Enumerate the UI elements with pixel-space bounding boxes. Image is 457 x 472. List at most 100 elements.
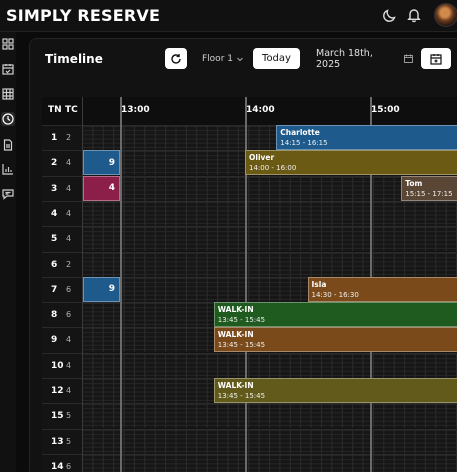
clock-icon[interactable] xyxy=(1,112,15,126)
row-timeslots[interactable] xyxy=(82,227,457,252)
table-number: 14 xyxy=(51,461,64,472)
table-row[interactable]: 15 5 xyxy=(42,403,457,429)
sidebar xyxy=(0,32,16,472)
row-timeslots[interactable] xyxy=(82,404,457,429)
calendar-add-button[interactable] xyxy=(421,48,451,69)
dashboard-icon[interactable] xyxy=(1,37,15,51)
page-title: Timeline xyxy=(45,52,103,66)
reservation-guest-name: Charlotte xyxy=(280,128,320,137)
bell-icon[interactable] xyxy=(406,7,422,23)
table-capacity: 2 xyxy=(66,259,72,269)
table-capacity: 4 xyxy=(66,360,72,370)
reservation-guest-name: Tom xyxy=(405,178,423,188)
reservation-block[interactable]: Isla 14:30 - 16:30 xyxy=(307,276,457,302)
row-timeslots[interactable] xyxy=(82,429,457,454)
table-row[interactable]: 62 xyxy=(42,251,457,277)
table-number: 2 xyxy=(51,158,58,169)
table-grid-icon[interactable] xyxy=(1,87,15,101)
document-icon[interactable] xyxy=(1,138,15,152)
table-capacity: 4 xyxy=(66,234,72,244)
refresh-button[interactable] xyxy=(165,48,187,69)
table-number: 4 xyxy=(51,208,58,219)
table-number: 10 xyxy=(51,360,64,371)
reservation-time-range: 13:45 - 15:45 xyxy=(217,316,266,325)
date-picker-value: March 18th, 2025 xyxy=(316,47,373,70)
row-timeslots[interactable] xyxy=(82,454,457,472)
reservation-block-partial[interactable]: 4 xyxy=(83,175,120,201)
table-number: 15 xyxy=(51,411,64,422)
reservation-block[interactable]: WALK-IN 13:45 - 15:45 xyxy=(213,378,457,403)
calendar-check-icon[interactable] xyxy=(1,62,15,76)
reservation-block[interactable]: Oliver 14:00 - 16:00 xyxy=(245,150,457,176)
table-capacity: 4 xyxy=(66,386,72,395)
reservation-time-range: 14:15 - 16:15 xyxy=(280,139,328,147)
app-root: SIMPLY RESERVE Timeline Floor 1 Today Ma… xyxy=(0,0,457,472)
table-capacity: 4 xyxy=(66,335,72,345)
table-number: 13 xyxy=(51,436,64,447)
table-capacity: 4 xyxy=(66,158,72,168)
reservation-time-range: 15:15 - 17:15 xyxy=(405,189,453,198)
header-table-capacity: TC xyxy=(65,105,78,115)
reservation-guest-name: Isla xyxy=(311,279,327,289)
calendar-plus-icon xyxy=(430,53,442,65)
floor-select[interactable]: Floor 1 xyxy=(196,48,246,69)
row-timeslots[interactable] xyxy=(82,252,457,277)
reservation-block[interactable]: Charlotte 14:15 - 16:15 xyxy=(276,125,457,150)
table-capacity: 5 xyxy=(66,436,72,446)
brand-logo-text[interactable]: SIMPLY RESERVE xyxy=(6,6,160,25)
reservation-block-partial[interactable]: 9 xyxy=(83,150,120,176)
date-picker[interactable]: March 18th, 2025 xyxy=(308,47,413,70)
reservation-time-range: 13:45 - 15:45 xyxy=(217,341,266,350)
table-row[interactable]: 10 4 xyxy=(42,352,457,378)
table-capacity: 2 xyxy=(66,133,72,142)
moon-icon[interactable] xyxy=(382,7,398,23)
timeline-grid: TN TC 13:00 14:00 15:00 1224344454627686… xyxy=(42,97,457,472)
reservation-guest-name: WALK-IN xyxy=(217,305,254,315)
reservation-block-partial[interactable]: 9 xyxy=(83,276,120,302)
refresh-icon xyxy=(171,53,181,64)
reservation-block[interactable]: WALK-IN 13:45 - 15:45 xyxy=(213,327,457,353)
reservation-block[interactable]: WALK-IN 13:45 - 15:45 xyxy=(213,302,457,328)
row-timeslots[interactable] xyxy=(82,353,457,378)
table-capacity: 4 xyxy=(66,208,72,218)
table-row[interactable]: 54 xyxy=(42,226,457,252)
table-capacity: 6 xyxy=(66,461,72,471)
time-label-1300: 13:00 xyxy=(121,105,150,115)
table-number: 8 xyxy=(51,310,58,321)
time-label-1400: 14:00 xyxy=(246,105,275,115)
table-capacity: 5 xyxy=(66,411,72,421)
table-number: 12 xyxy=(51,386,64,396)
table-number: 7 xyxy=(51,284,58,295)
bar-chart-icon[interactable] xyxy=(1,162,15,176)
user-avatar[interactable] xyxy=(434,3,457,27)
reservation-guest-name: WALK-IN xyxy=(217,330,254,340)
reservation-time-range: 14:30 - 16:30 xyxy=(311,290,359,299)
chat-icon[interactable] xyxy=(1,187,15,201)
table-capacity: 6 xyxy=(66,284,72,294)
reservation-time-range: 13:45 - 15:45 xyxy=(217,392,266,400)
reservation-block[interactable]: Tom 15:15 - 17:15 xyxy=(401,175,457,201)
today-button[interactable]: Today xyxy=(253,48,300,69)
table-number: 3 xyxy=(51,183,58,194)
table-row[interactable]: 14 6 xyxy=(42,453,457,472)
table-number: 6 xyxy=(51,259,58,270)
calendar-icon xyxy=(404,54,413,63)
table-row[interactable]: 13 5 xyxy=(42,428,457,454)
grid-header: TN TC 13:00 14:00 15:00 xyxy=(42,97,457,125)
table-row[interactable]: 44 xyxy=(42,200,457,226)
top-bar: SIMPLY RESERVE xyxy=(0,0,457,32)
header-table-number: TN xyxy=(48,105,62,115)
reservation-guest-name: Oliver xyxy=(249,153,275,163)
reservation-guest-name: WALK-IN xyxy=(217,381,254,390)
table-capacity: 6 xyxy=(66,310,72,320)
chevron-down-icon xyxy=(237,57,243,61)
reservation-time-range: 14:00 - 16:00 xyxy=(249,164,297,173)
table-number: 5 xyxy=(51,234,58,245)
table-number: 1 xyxy=(51,133,58,143)
hour-gridline xyxy=(120,97,122,472)
row-timeslots[interactable] xyxy=(82,201,457,226)
floor-select-value: Floor 1 xyxy=(202,53,233,64)
time-label-1500: 15:00 xyxy=(371,105,400,115)
table-number: 9 xyxy=(51,335,58,346)
table-capacity: 4 xyxy=(66,183,72,193)
